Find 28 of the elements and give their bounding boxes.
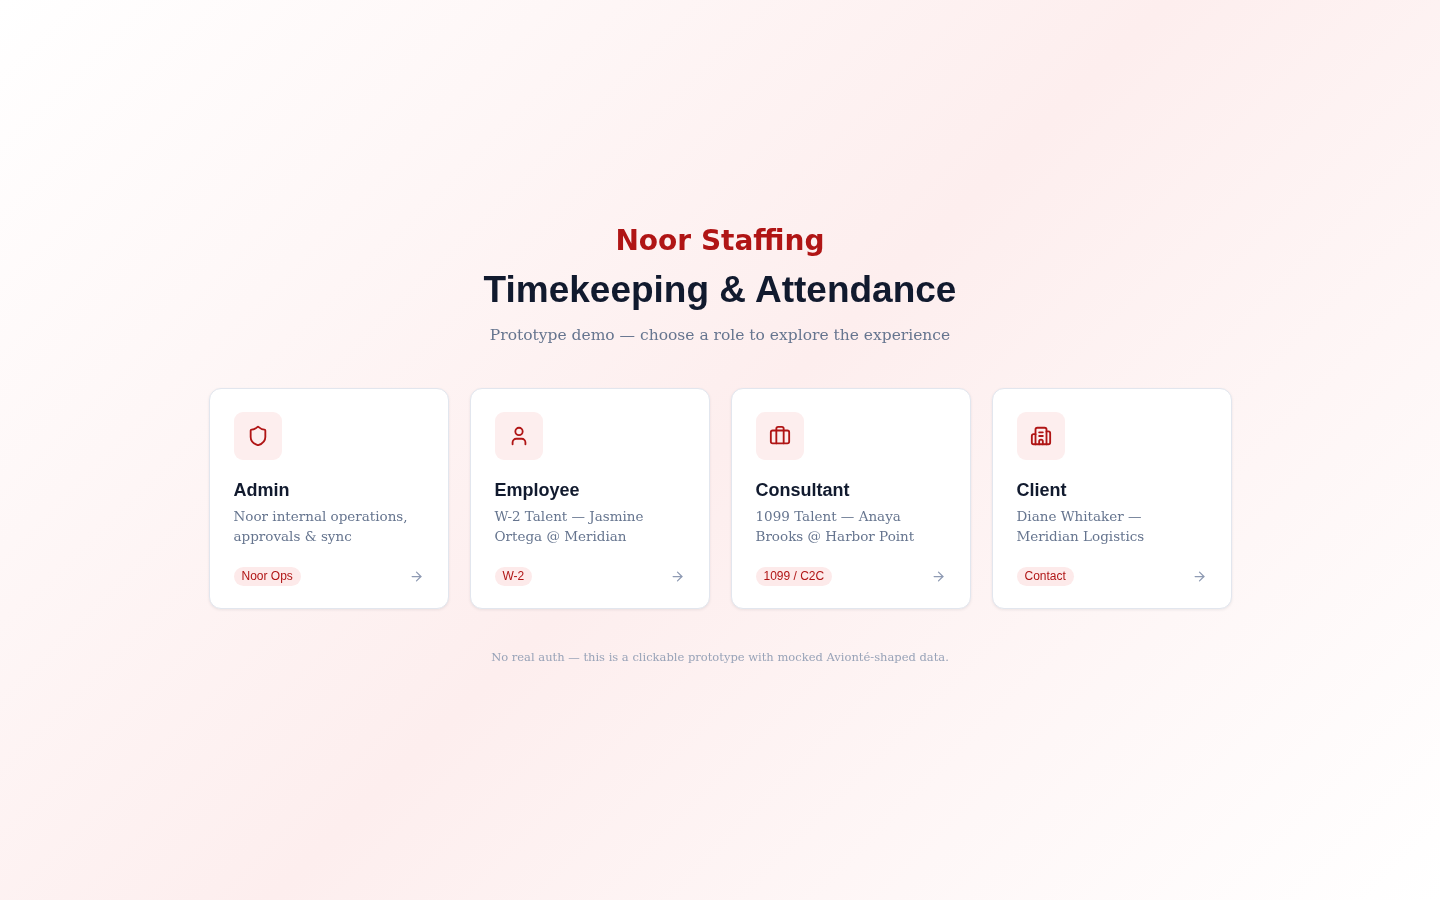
- role-description: Diane Whitaker — Meridian Logistics: [1016, 506, 1146, 546]
- role-description: W-2 Talent — Jasmine Ortega @ Meridian: [494, 506, 645, 546]
- page-title: Timekeeping & Attendance: [483, 267, 957, 312]
- role-title: Client: [1016, 478, 1068, 502]
- role-title: Employee: [494, 478, 581, 502]
- footer-note: No real auth — this is a clickable prototype with mocked Avionté-shaped data.: [491, 648, 949, 665]
- role-tag: 1099 / C2C: [755, 566, 833, 586]
- role-title: Consultant: [755, 478, 851, 502]
- role-card[interactable]: Client Diane Whitaker — Meridian Logistics Contact: [991, 387, 1232, 609]
- brand-name: Noor Staffing: [615, 223, 825, 258]
- role-title: Admin: [233, 478, 291, 502]
- page-subtitle: Prototype demo — choose a role to explore the experience: [489, 324, 951, 346]
- arrow-right-icon: [669, 568, 685, 584]
- role-tag: W-2: [494, 566, 533, 586]
- role-card[interactable]: Admin Noor internal operations, approvals & sync Noor Ops: [208, 387, 449, 609]
- role-card[interactable]: Consultant 1099 Talent — Anaya Brooks @ Harbor Point 1099 / C2C: [730, 387, 971, 609]
- shield-icon: [233, 411, 282, 460]
- role-description: Noor internal operations, approvals & sync: [233, 506, 409, 546]
- briefcase-icon: [755, 411, 804, 460]
- arrow-right-icon: [408, 568, 424, 584]
- role-card[interactable]: Employee W-2 Talent — Jasmine Ortega @ Meridian W-2: [469, 387, 710, 609]
- arrow-right-icon: [930, 568, 946, 584]
- arrow-right-icon: [1191, 568, 1207, 584]
- building-icon: [1016, 411, 1065, 460]
- user-icon: [494, 411, 543, 460]
- role-tag: Noor Ops: [233, 566, 301, 586]
- role-tag: Contact: [1016, 566, 1074, 586]
- role-description: 1099 Talent — Anaya Brooks @ Harbor Point: [755, 506, 916, 546]
